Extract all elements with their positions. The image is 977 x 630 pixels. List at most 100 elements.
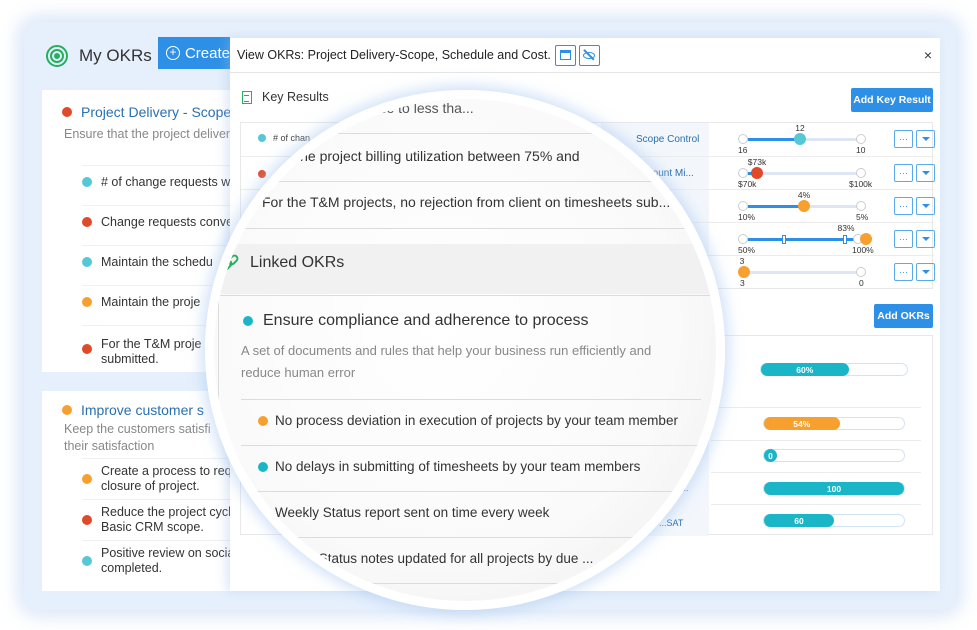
key-result-item[interactable]: Positive review on socia completed. [82, 540, 232, 585]
progress-slider[interactable]: 3 3 0 [738, 256, 866, 289]
current-value: 3 [739, 256, 745, 266]
progress-fill: 100 [764, 482, 904, 495]
okr-card[interactable]: Project Delivery - Scope, Schedule and C… [42, 90, 232, 372]
row-divider [711, 504, 921, 505]
page-title: My OKRs [79, 46, 152, 65]
create-button[interactable]: + Create [158, 37, 230, 69]
magnified-content: ...e variance to less tha... ...ain the … [214, 99, 716, 601]
expand-button[interactable] [916, 263, 935, 281]
more-options-button[interactable]: ··· [894, 263, 913, 281]
progress-fill: 54% [764, 417, 840, 430]
link-icon [221, 254, 239, 271]
row-divider [241, 445, 701, 446]
key-result-item[interactable]: Maintain the schedu [82, 245, 232, 285]
target-value: $100k [849, 179, 873, 189]
slider-end [856, 267, 866, 277]
okr-title[interactable]: Project Delivery - Scope, Schedule and C… [62, 104, 232, 120]
target-value: 10 [856, 145, 866, 155]
modal-title: View OKRs: Project Delivery-Scope, Sched… [237, 48, 551, 62]
close-button[interactable]: × [924, 47, 932, 63]
progress-slider[interactable]: 4% 10% 5% [738, 190, 868, 223]
okr-title[interactable]: Improve customer s [62, 402, 204, 418]
caret-down-icon [921, 204, 930, 208]
status-dot [243, 316, 253, 326]
row-divider [711, 472, 921, 473]
more-options-button[interactable]: ··· [894, 164, 913, 182]
current-value: 12 [795, 123, 805, 133]
progress-slider[interactable]: $73k $70k $100k [738, 157, 872, 190]
slider-knob[interactable] [751, 167, 763, 179]
hide-button[interactable] [578, 44, 600, 66]
key-result-item[interactable]: Change requests conver [82, 205, 232, 245]
add-key-result-button[interactable]: Add Key Result [851, 88, 933, 112]
slider-end [856, 201, 866, 211]
slider-start [738, 234, 748, 244]
linked-key-result[interactable]: ...t Status notes updated for all projec… [300, 551, 593, 566]
start-value: $70k [738, 179, 757, 189]
row-divider [241, 399, 701, 400]
start-value: 50% [738, 245, 756, 255]
slider-start [738, 168, 748, 178]
progress-bar: 60 [763, 514, 905, 527]
status-dot [258, 462, 268, 472]
target-value: 0 [859, 278, 864, 288]
archive-icon [559, 50, 571, 60]
key-result-item[interactable]: Create a process to req closure of proje… [82, 458, 232, 499]
slider-fill [748, 205, 803, 208]
slider-start [738, 134, 748, 144]
eye-slash-icon [583, 51, 596, 59]
row-divider [711, 440, 921, 441]
slider-knob[interactable] [860, 233, 872, 245]
section-divider [218, 295, 716, 296]
linked-key-result[interactable]: Weekly Status report sent on time every … [275, 505, 549, 520]
slider-knob[interactable] [794, 133, 806, 145]
row-divider [241, 537, 701, 538]
status-dot [258, 416, 268, 426]
modal-header: View OKRs: Project Delivery-Scope, Sched… [230, 38, 940, 73]
row-divider [240, 181, 710, 182]
status-dot [82, 177, 92, 187]
status-dot [62, 107, 72, 117]
progress-slider[interactable]: 12 16 10 [738, 123, 866, 156]
key-result-text: ...e variance to less tha... [318, 100, 474, 116]
status-dot [82, 515, 92, 525]
linked-key-result[interactable]: No delays in submitting of timesheets by… [275, 459, 640, 474]
more-options-button[interactable]: ··· [894, 130, 913, 148]
status-dot [258, 508, 268, 518]
start-value: 3 [740, 278, 745, 288]
slider-fill [748, 238, 858, 241]
linked-key-result[interactable]: No process deviation in execution of pro… [275, 413, 678, 428]
start-value: 10% [738, 212, 756, 222]
add-okrs-button[interactable]: Add OKRs [874, 304, 933, 328]
archive-button[interactable] [554, 44, 576, 66]
more-options-button[interactable]: ··· [894, 197, 913, 215]
expand-button[interactable] [916, 130, 935, 148]
row-divider [711, 407, 921, 408]
key-result-item[interactable]: # of change requests wit [82, 165, 232, 205]
status-dot [62, 405, 72, 415]
slider-start [738, 201, 748, 211]
progress-slider[interactable]: 83% 50% 100% [738, 223, 874, 256]
current-value: 4% [797, 190, 811, 200]
target-icon [46, 45, 68, 67]
expand-button[interactable] [916, 197, 935, 215]
okr-card[interactable]: Improve customer s Keep the customers sa… [42, 391, 232, 591]
slider-end [856, 168, 866, 178]
progress-bar: 100 [763, 482, 905, 495]
row-divider [241, 491, 701, 492]
progress-fill: 60% [761, 363, 849, 376]
slider-knob[interactable] [738, 266, 750, 278]
progress-bar: 54% [763, 417, 905, 430]
current-value: 83% [837, 223, 855, 233]
more-options-button[interactable]: ··· [894, 230, 913, 248]
linked-okr-title[interactable]: Ensure compliance and adherence to proce… [263, 312, 589, 330]
key-result-item[interactable]: Reduce the project cycl Basic CRM scope. [82, 499, 232, 540]
slider-knob[interactable] [798, 200, 810, 212]
row-divider [240, 228, 710, 229]
expand-button[interactable] [916, 230, 935, 248]
slider-track [743, 271, 863, 274]
status-dot [82, 474, 92, 484]
expand-button[interactable] [916, 164, 935, 182]
okr-description: Keep the customers satisfi their satisfa… [64, 422, 211, 453]
status-dot [82, 257, 92, 267]
